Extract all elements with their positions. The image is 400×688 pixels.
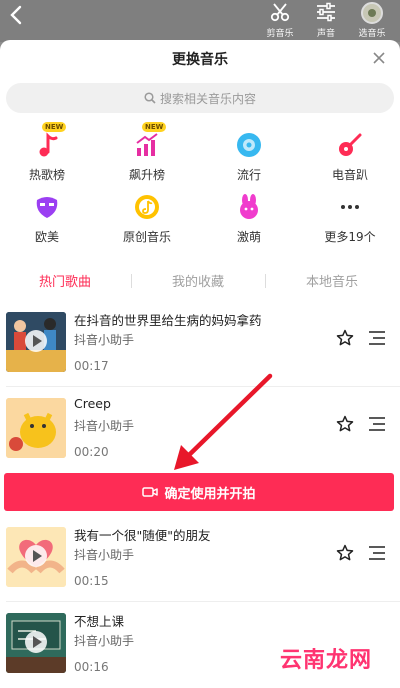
- scissors-icon: [270, 3, 290, 22]
- tab-local-music[interactable]: 本地音乐: [267, 271, 397, 290]
- more-dots-icon: [341, 205, 359, 209]
- song-cover[interactable]: [6, 613, 66, 673]
- favorite-star-icon[interactable]: [336, 544, 354, 562]
- category-original[interactable]: 原创音乐: [112, 190, 182, 245]
- category-label: 原创音乐: [122, 230, 171, 244]
- back-arrow-icon[interactable]: [6, 4, 28, 26]
- song-artist: 抖音小助手: [74, 548, 135, 562]
- tab-favorites[interactable]: 我的收藏: [133, 271, 263, 290]
- category-label: 更多19个: [324, 230, 376, 244]
- guitar-icon: [339, 133, 362, 156]
- new-badge: NEW: [42, 122, 67, 132]
- cute-bunny-icon: [240, 194, 258, 219]
- tool-label-cut: 剪音乐: [266, 29, 294, 39]
- hot-chart-icon: [39, 132, 58, 157]
- category-label: 流行: [236, 168, 261, 182]
- sliders-icon: [317, 2, 335, 22]
- cut-music-tool[interactable]: 剪音乐: [258, 0, 302, 39]
- tab-divider: [131, 274, 132, 288]
- confirm-label: 确定使用并开拍: [164, 486, 256, 502]
- rising-chart-icon: [136, 133, 158, 156]
- song-menu-icon[interactable]: [368, 545, 386, 561]
- mask-icon: [36, 197, 58, 218]
- play-icon[interactable]: [25, 545, 47, 567]
- category-label: 激萌: [236, 230, 261, 244]
- favorite-star-icon[interactable]: [336, 415, 354, 433]
- music-tabs: 热门歌曲 我的收藏 本地音乐: [0, 271, 400, 295]
- music-avatar-icon: [361, 1, 383, 24]
- category-pop[interactable]: 流行: [214, 128, 284, 183]
- song-menu-icon[interactable]: [368, 330, 386, 346]
- category-cute[interactable]: 激萌: [214, 190, 284, 245]
- song-cover[interactable]: [6, 527, 66, 587]
- song-item[interactable]: 我有一个很"随便"的朋友 抖音小助手 00:15: [0, 521, 400, 607]
- sheet-title: 更换音乐: [172, 52, 228, 68]
- category-more[interactable]: 更多19个: [315, 190, 385, 245]
- play-icon[interactable]: [25, 330, 47, 352]
- category-hot[interactable]: NEW 热歌榜: [12, 122, 82, 183]
- song-duration: 00:16: [74, 660, 109, 674]
- category-label: 飙升榜: [128, 168, 165, 182]
- new-badge: NEW: [142, 122, 167, 132]
- song-menu-icon[interactable]: [368, 416, 386, 432]
- song-artist: 抖音小助手: [74, 419, 135, 433]
- song-item[interactable]: Creep 抖音小助手 00:20: [0, 392, 400, 478]
- song-artist: 抖音小助手: [74, 634, 135, 648]
- tool-label-select: 选音乐: [358, 29, 386, 39]
- tab-divider: [265, 274, 266, 288]
- row-divider: [6, 386, 400, 387]
- tab-hot-songs[interactable]: 热门歌曲: [0, 271, 130, 290]
- close-icon[interactable]: [372, 51, 386, 65]
- favorite-star-icon[interactable]: [336, 329, 354, 347]
- row-divider: [6, 601, 400, 602]
- song-duration: 00:20: [74, 445, 109, 459]
- song-duration: 00:17: [74, 359, 109, 373]
- category-rising[interactable]: NEW 飙升榜: [112, 122, 182, 183]
- song-cover[interactable]: [6, 312, 66, 372]
- category-label: 热歌榜: [28, 168, 65, 182]
- song-item[interactable]: 在抖音的世界里给生病的妈妈拿药 抖音小助手 00:17: [0, 306, 400, 392]
- change-music-sheet: 更换音乐 搜索相关音乐内容 NEW 热歌榜 NEW 飙升榜 流行 电音趴 欧美 …: [0, 40, 400, 688]
- original-music-icon: [135, 195, 159, 219]
- select-music-tool[interactable]: 选音乐: [350, 0, 394, 39]
- song-cover[interactable]: [6, 398, 66, 458]
- watermark-logo: 云南龙网: [279, 648, 372, 673]
- sound-tool[interactable]: 声音: [304, 0, 348, 39]
- search-icon: [144, 92, 156, 104]
- category-label: 欧美: [34, 230, 59, 244]
- category-edm[interactable]: 电音趴: [315, 128, 385, 183]
- song-artist: 抖音小助手: [74, 333, 135, 347]
- song-title: 在抖音的世界里给生病的妈妈拿药: [74, 313, 262, 328]
- category-western[interactable]: 欧美: [12, 190, 82, 245]
- search-placeholder: 搜索相关音乐内容: [159, 91, 256, 106]
- tool-label-sound: 声音: [316, 29, 335, 39]
- top-toolbar: 剪音乐 声音 选音乐: [0, 0, 400, 42]
- search-input[interactable]: 搜索相关音乐内容: [6, 83, 394, 113]
- category-label: 电音趴: [331, 168, 368, 182]
- song-duration: 00:15: [74, 574, 109, 588]
- song-title: 不想上课: [74, 614, 125, 629]
- cover-art: [6, 398, 66, 458]
- video-camera-icon: [142, 487, 159, 497]
- song-title: Creep: [74, 396, 111, 411]
- disc-icon: [237, 133, 261, 157]
- confirm-use-and-shoot-button[interactable]: 确定使用并开拍: [4, 473, 394, 511]
- play-icon[interactable]: [25, 631, 47, 653]
- song-title: 我有一个很"随便"的朋友: [74, 528, 211, 543]
